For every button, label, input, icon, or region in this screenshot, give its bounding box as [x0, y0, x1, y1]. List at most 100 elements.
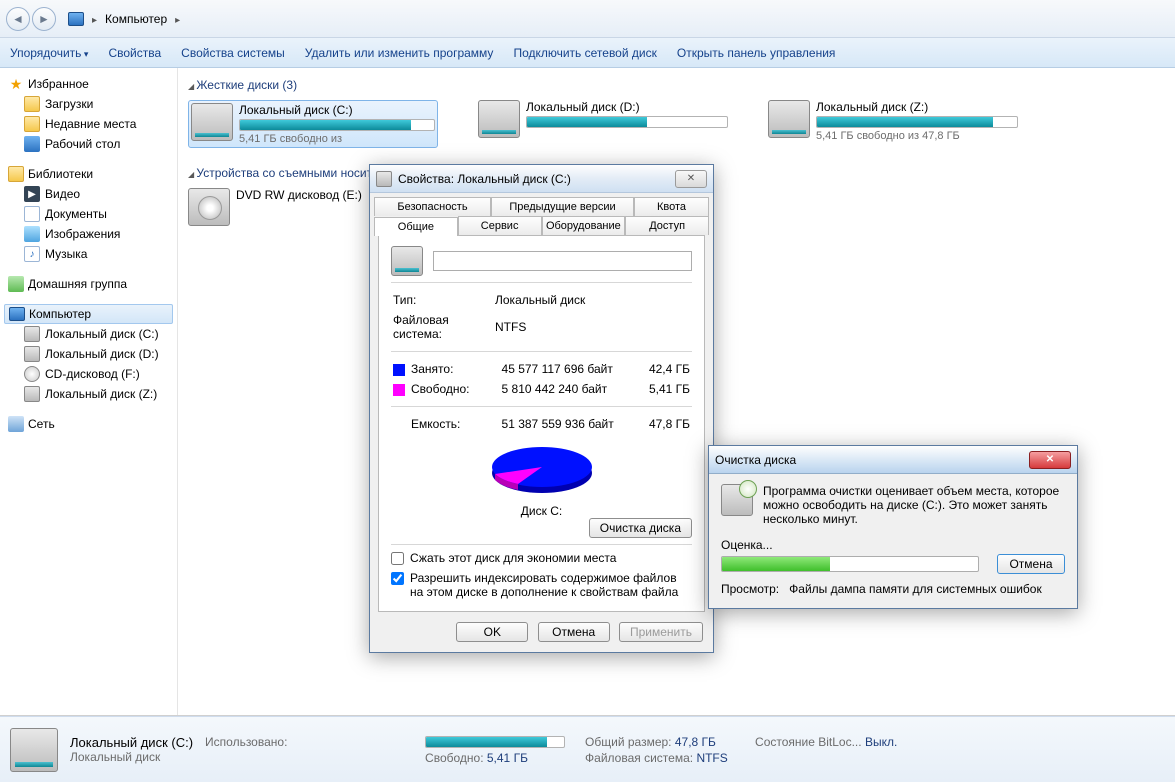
tab-hardware[interactable]: Оборудование [542, 216, 626, 235]
breadcrumb-item[interactable]: Компьютер [105, 12, 167, 26]
pictures-icon [24, 226, 40, 242]
dialog-titlebar[interactable]: Свойства: Локальный диск (C:) ✕ [370, 165, 713, 193]
total-label: Общий размер: [585, 735, 671, 749]
network-group[interactable]: Сеть [4, 414, 173, 434]
sidebar-item-downloads[interactable]: Загрузки [4, 94, 173, 114]
used-color-icon [393, 364, 405, 376]
cancel-button[interactable]: Отмена [997, 554, 1065, 574]
tab-security[interactable]: Безопасность [374, 197, 491, 216]
bitlocker-label: Состояние BitLoc... [755, 735, 862, 749]
system-properties-button[interactable]: Свойства системы [181, 46, 285, 60]
drive-icon [24, 326, 40, 342]
map-network-drive-button[interactable]: Подключить сетевой диск [513, 46, 656, 60]
sidebar-item-desktop[interactable]: Рабочий стол [4, 134, 173, 154]
dvd-drive-icon [188, 188, 230, 226]
pie-label: Диск C: [391, 504, 692, 518]
drive-icon [376, 171, 392, 187]
fs-label: Файловая система: [393, 311, 493, 343]
sidebar-item-pictures[interactable]: Изображения [4, 224, 173, 244]
disk-cleanup-button[interactable]: Очистка диска [589, 518, 692, 538]
drive-item-d[interactable]: Локальный диск (D:) [478, 100, 728, 148]
tab-access[interactable]: Доступ [625, 216, 709, 235]
sidebar-item-drive-z[interactable]: Локальный диск (Z:) [4, 384, 173, 404]
favorites-group[interactable]: ★Избранное [4, 74, 173, 94]
dialog-footer: OK Отмена Применить [370, 612, 713, 652]
desktop-icon [24, 136, 40, 152]
dialog-titlebar[interactable]: Очистка диска ✕ [709, 446, 1077, 474]
cancel-button[interactable]: Отмена [538, 622, 610, 642]
fs-label: Файловая система: [585, 751, 693, 765]
cd-drive-icon [24, 366, 40, 382]
homegroup-group[interactable]: Домашняя группа [4, 274, 173, 294]
sidebar-item-video[interactable]: ▶Видео [4, 184, 173, 204]
details-usage-bar [425, 736, 565, 748]
type-label: Тип: [393, 291, 493, 309]
tab-service[interactable]: Сервис [458, 216, 542, 235]
tab-previous-versions[interactable]: Предыдущие версии [491, 197, 634, 216]
computer-group[interactable]: Компьютер [4, 304, 173, 324]
breadcrumb[interactable]: Компьютер [68, 12, 184, 26]
address-bar: ◄ ► Компьютер [0, 0, 1175, 38]
free-gb: 5,41 ГБ [631, 380, 690, 398]
properties-dialog: Свойства: Локальный диск (C:) ✕ Безопасн… [369, 164, 714, 653]
drive-usage-bar [526, 116, 728, 128]
tab-general[interactable]: Общие [374, 217, 458, 236]
drive-icon [24, 346, 40, 362]
total-value: 47,8 ГБ [675, 735, 716, 749]
estimating-label: Оценка... [721, 538, 1065, 552]
libraries-group[interactable]: Библиотеки [4, 164, 173, 184]
uninstall-program-button[interactable]: Удалить или изменить программу [305, 46, 494, 60]
organize-menu[interactable]: Упорядочить [10, 46, 88, 60]
drive-icon [478, 100, 520, 138]
used-bytes: 45 577 117 696 байт [502, 360, 630, 378]
computer-icon [9, 307, 25, 321]
fs-value: NTFS [696, 751, 727, 765]
drive-label-input[interactable] [433, 251, 692, 271]
ok-button[interactable]: OK [456, 622, 528, 642]
tab-quota[interactable]: Квота [634, 197, 709, 216]
apply-button[interactable]: Применить [619, 622, 703, 642]
open-control-panel-button[interactable]: Открыть панель управления [677, 46, 836, 60]
used-label: Использовано: [205, 735, 287, 749]
drive-icon [768, 100, 810, 138]
sidebar-item-drive-d[interactable]: Локальный диск (D:) [4, 344, 173, 364]
star-icon: ★ [8, 76, 24, 92]
drive-free-text: 5,41 ГБ свободно из 47,8 ГБ [816, 130, 1018, 142]
nav-forward-button[interactable]: ► [32, 7, 56, 31]
drive-item-c[interactable]: Локальный диск (C:) 5,41 ГБ свободно из [188, 100, 438, 148]
progress-fill [722, 557, 830, 571]
drive-item-z[interactable]: Локальный диск (Z:) 5,41 ГБ свободно из … [768, 100, 1018, 148]
network-icon [8, 416, 24, 432]
index-checkbox[interactable]: Разрешить индексировать содержимое файло… [391, 571, 692, 599]
type-value: Локальный диск [495, 291, 690, 309]
compress-checkbox[interactable]: Сжать этот диск для экономии места [391, 551, 692, 565]
fs-value: NTFS [495, 311, 690, 343]
homegroup-icon [8, 276, 24, 292]
compress-checkbox-input[interactable] [391, 552, 404, 565]
video-icon: ▶ [24, 186, 40, 202]
details-title: Локальный диск (C:) [70, 735, 193, 750]
close-button[interactable]: ✕ [1029, 451, 1071, 469]
properties-button[interactable]: Свойства [108, 46, 161, 60]
drive-name: Локальный диск (D:) [526, 100, 728, 114]
scanning-row: Просмотр: Файлы дампа памяти для системн… [721, 582, 1065, 596]
folder-icon [24, 96, 40, 112]
sidebar-item-drive-c[interactable]: Локальный диск (C:) [4, 324, 173, 344]
sidebar-item-music[interactable]: ♪Музыка [4, 244, 173, 264]
drive-usage-bar [239, 119, 435, 131]
drive-usage-fill [527, 117, 647, 127]
sidebar-item-documents[interactable]: Документы [4, 204, 173, 224]
pie-chart [482, 439, 602, 499]
free-bytes: 5 810 442 240 байт [502, 380, 630, 398]
hard-drives-header[interactable]: Жесткие диски (3) [188, 74, 1165, 100]
capacity-bytes: 51 387 559 936 байт [502, 415, 630, 433]
nav-back-button[interactable]: ◄ [6, 7, 30, 31]
cleanup-message: Программа очистки оценивает объем места,… [763, 484, 1065, 526]
sidebar-item-recent[interactable]: Недавние места [4, 114, 173, 134]
sidebar-item-drive-f[interactable]: CD-дисковод (F:) [4, 364, 173, 384]
drive-icon [191, 103, 233, 141]
drive-usage-bar [816, 116, 1018, 128]
disk-cleanup-icon [721, 484, 753, 516]
index-checkbox-input[interactable] [391, 572, 404, 585]
close-button[interactable]: ✕ [675, 170, 707, 188]
